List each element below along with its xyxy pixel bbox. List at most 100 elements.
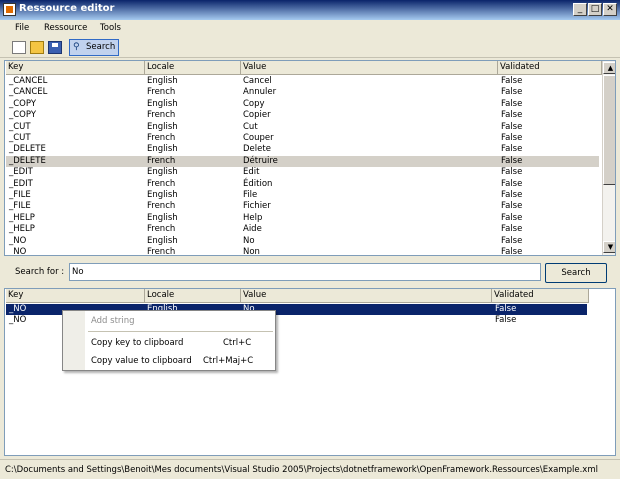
table-row[interactable]: _FILE English File False [6, 190, 599, 201]
table-cell: _FILE [9, 190, 31, 200]
table-row[interactable]: _DELETE English Delete False [6, 144, 599, 155]
table-cell: False [501, 190, 523, 200]
context-copy-key-shortcut: Ctrl+C [223, 338, 252, 348]
column-header-key[interactable]: Key [6, 61, 145, 75]
table-cell: English [147, 235, 178, 246]
column-header-value[interactable]: Value [241, 61, 498, 75]
table-cell: Delete [243, 144, 271, 155]
table-row[interactable]: _DELETE French Détruire False [6, 155, 599, 168]
context-copy-value[interactable]: Copy value to clipboard [91, 356, 192, 366]
table-cell: No [243, 235, 255, 246]
table-cell: _CUT [9, 133, 31, 143]
table-cell: French [147, 87, 176, 98]
menu-ressource[interactable]: Ressource [44, 23, 87, 33]
table-row[interactable]: _HELP French Aide False [6, 224, 599, 235]
table-cell: Détruire [243, 155, 278, 166]
context-add-string: Add string [91, 316, 135, 326]
table-cell: _COPY [9, 110, 37, 121]
table-row[interactable]: _HELP English Help False [6, 213, 599, 224]
new-file-icon[interactable] [12, 41, 26, 54]
table-row[interactable]: _NO English No False [6, 236, 599, 247]
menu-tools[interactable]: Tools [100, 23, 121, 33]
table-cell: File [243, 190, 258, 200]
table-cell: English [147, 167, 178, 178]
table-cell: Copier [243, 110, 271, 121]
table-cell: Non [243, 247, 260, 256]
toolbar: ⚲ Search [0, 37, 620, 58]
save-icon[interactable] [48, 41, 62, 54]
table-cell: Help [243, 212, 263, 223]
table-cell: False [501, 247, 523, 256]
table-cell: False [501, 167, 523, 178]
table-row[interactable]: _COPY English Copy False [6, 99, 599, 110]
results-header-locale[interactable]: Locale [145, 289, 241, 303]
open-folder-icon[interactable] [30, 41, 44, 54]
results-header-key[interactable]: Key [6, 289, 145, 303]
table-cell: English [147, 212, 178, 223]
table-cell: _CANCEL [9, 76, 48, 86]
table-row[interactable]: _NO French Non False [6, 247, 599, 256]
table-cell: _CUT [9, 121, 31, 132]
scroll-up-icon[interactable]: ▲ [603, 62, 615, 74]
table-cell: Fichier [243, 201, 271, 212]
maximize-button[interactable]: □ [588, 3, 602, 16]
table-cell: False [501, 133, 523, 143]
table-row[interactable]: _CANCEL English Cancel False [6, 76, 599, 87]
table-cell: French [147, 178, 176, 189]
results-header-validated[interactable]: Validated [492, 289, 589, 303]
table-cell: Copy [243, 98, 265, 109]
context-copy-key[interactable]: Copy key to clipboard [91, 338, 183, 348]
table-cell: False [501, 178, 523, 189]
table-cell: English [147, 76, 178, 86]
toolbar-search-button[interactable]: ⚲ Search [69, 39, 119, 56]
table-cell: French [147, 247, 176, 256]
table-cell: False [501, 224, 523, 235]
table-cell: False [501, 87, 523, 98]
vertical-scrollbar[interactable]: ▲ ▼ [602, 61, 615, 255]
status-file-path: C:\Documents and Settings\Benoit\Mes doc… [5, 465, 598, 475]
search-input[interactable]: No [69, 263, 541, 281]
search-button[interactable]: Search [545, 263, 607, 283]
minimize-button[interactable]: _ [573, 3, 587, 16]
table-cell: French [147, 201, 176, 212]
close-button[interactable]: ✕ [603, 3, 617, 16]
table-cell: _HELP [9, 212, 35, 223]
table-row[interactable]: _EDIT French Édition False [6, 179, 599, 190]
table-cell: False [501, 212, 523, 223]
results-header-value[interactable]: Value [241, 289, 492, 303]
table-cell: Aide [243, 224, 262, 235]
table-row[interactable]: _COPY French Copier False [6, 110, 599, 121]
table-cell: False [501, 121, 523, 132]
menu-file[interactable]: File [15, 23, 29, 33]
table-cell: English [147, 144, 178, 155]
status-bar: C:\Documents and Settings\Benoit\Mes doc… [0, 459, 620, 479]
scroll-down-icon[interactable]: ▼ [603, 241, 615, 253]
table-cell: French [147, 224, 176, 235]
table-cell: False [501, 76, 523, 86]
table-cell: English [147, 190, 178, 200]
context-menu-margin [63, 311, 85, 370]
table-cell: _CANCEL [9, 87, 48, 98]
context-menu: Add string Copy key to clipboard Ctrl+C … [62, 310, 276, 371]
table-cell: Annuler [243, 87, 277, 98]
context-separator [88, 331, 273, 332]
column-header-validated[interactable]: Validated [498, 61, 602, 75]
table-cell: _NO [9, 247, 27, 256]
table-cell: English [147, 121, 178, 132]
table-cell: French [147, 133, 176, 143]
table-row[interactable]: _EDIT English Edit False [6, 167, 599, 178]
table-row[interactable]: _CUT English Cut False [6, 122, 599, 133]
table-row[interactable]: _CUT French Couper False [6, 133, 599, 144]
table-cell: False [495, 315, 517, 326]
table-cell: _HELP [9, 224, 35, 235]
table-cell: _NO [9, 235, 27, 246]
table-cell: _NO [9, 304, 27, 314]
table-cell: False [501, 110, 523, 121]
column-header-locale[interactable]: Locale [145, 61, 241, 75]
window-title: Ressource editor [19, 3, 115, 14]
table-row[interactable]: _CANCEL French Annuler False [6, 87, 599, 98]
table-cell: Cancel [243, 76, 272, 86]
table-cell: _NO [9, 315, 27, 326]
table-row[interactable]: _FILE French Fichier False [6, 201, 599, 212]
scroll-thumb[interactable] [603, 75, 615, 185]
